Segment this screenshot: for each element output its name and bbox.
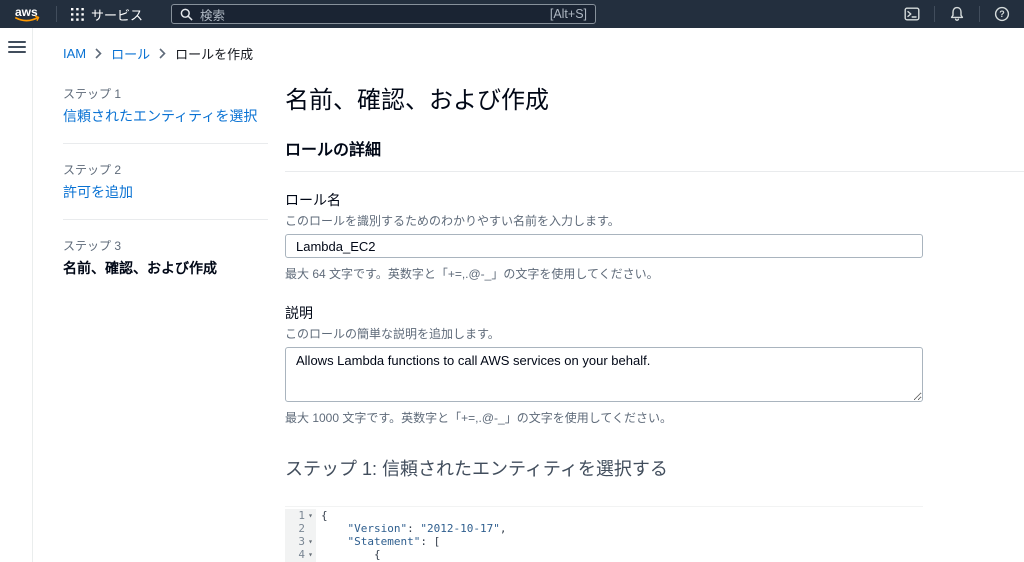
step-number-label: ステップ 3	[63, 237, 268, 254]
cloudshell-icon	[904, 6, 920, 22]
breadcrumb: IAM ロール ロールを作成	[63, 44, 1024, 63]
search-icon	[180, 8, 193, 21]
wizard-step-2: ステップ 2 許可を追加	[63, 161, 268, 202]
code-line: 1▾{	[285, 509, 923, 522]
hamburger-icon	[8, 41, 26, 43]
steps-divider	[63, 143, 268, 144]
role-name-label: ロール名	[285, 190, 1024, 210]
policy-editor[interactable]: 1▾{2 "Version": "2012-10-17",3▾ "Stateme…	[285, 506, 923, 562]
page-title: 名前、確認、および作成	[285, 85, 1024, 117]
chevron-right-icon	[95, 48, 102, 59]
notifications-button[interactable]	[935, 0, 979, 28]
role-details-section-title: ロールの詳細	[285, 136, 1024, 160]
fold-arrow-icon[interactable]: ▾	[305, 548, 316, 561]
steps-divider	[63, 219, 268, 220]
step-link-select-trusted-entity[interactable]: 信頼されたエンティティを選択	[63, 106, 268, 126]
step-current-name-review-create: 名前、確認、および作成	[63, 258, 268, 278]
search-input[interactable]: 検索 [Alt+S]	[171, 4, 596, 24]
aws-logo-icon: aws	[12, 4, 42, 24]
grid-icon	[71, 8, 84, 21]
step-number-label: ステップ 2	[63, 161, 268, 178]
code-line: 2 "Version": "2012-10-17",	[285, 522, 923, 535]
wizard-step-1: ステップ 1 信頼されたエンティティを選択	[63, 85, 268, 126]
step1-review-section-title: ステップ 1: 信頼されたエンティティを選択する	[285, 455, 1024, 481]
code-text: "Version": "2012-10-17",	[316, 522, 506, 535]
services-label: サービス	[91, 5, 143, 24]
description-constraint: 最大 1000 文字です。英数字と「+=,.@-_」の文字を使用してください。	[285, 409, 1024, 426]
role-name-field: ロール名 このロールを識別するためのわかりやすい名前を入力します。 最大 64 …	[285, 190, 1024, 282]
fold-arrow-icon[interactable]: ▾	[305, 535, 316, 548]
step-number-label: ステップ 1	[63, 85, 268, 102]
line-number-gutter: 1▾	[285, 509, 316, 522]
menu-toggle-button[interactable]	[8, 41, 26, 53]
code-text: {	[316, 548, 381, 561]
line-number-gutter: 3▾	[285, 535, 316, 548]
line-number-gutter: 4▾	[285, 548, 316, 561]
code-line: 4▾ {	[285, 548, 923, 561]
role-name-input[interactable]	[285, 234, 923, 258]
help-icon: ?	[994, 6, 1010, 22]
role-name-constraint: 最大 64 文字です。英数字と「+=,.@-_」の文字を使用してください。	[285, 265, 1024, 282]
code-line: 3▾ "Statement": [	[285, 535, 923, 548]
svg-text:?: ?	[999, 9, 1005, 19]
code-text: {	[316, 509, 328, 522]
wizard-steps-nav: ステップ 1 信頼されたエンティティを選択 ステップ 2 許可を追加 ステップ …	[63, 85, 268, 562]
page-content: IAM ロール ロールを作成 ステップ 1 信頼されたエンティティを選択 ステッ…	[34, 28, 1024, 562]
cloudshell-button[interactable]	[890, 0, 934, 28]
section-divider	[285, 171, 1024, 172]
code-text: "Statement": [	[316, 535, 440, 548]
description-label: 説明	[285, 303, 1024, 323]
side-navigation-rail	[0, 28, 33, 562]
wizard-main-panel: 名前、確認、および作成 ロールの詳細 ロール名 このロールを識別するためのわかり…	[285, 85, 1024, 562]
breadcrumb-current: ロールを作成	[175, 44, 253, 63]
search-shortcut-hint: [Alt+S]	[550, 7, 587, 21]
search-placeholder: 検索	[200, 5, 543, 24]
aws-logo[interactable]: aws	[0, 0, 56, 28]
breadcrumb-link-iam[interactable]: IAM	[63, 46, 86, 61]
fold-arrow-icon[interactable]: ▾	[305, 509, 316, 522]
breadcrumb-link-roles[interactable]: ロール	[111, 44, 150, 63]
svg-text:aws: aws	[15, 5, 38, 19]
description-textarea[interactable]: Allows Lambda functions to call AWS serv…	[285, 347, 923, 402]
top-navigation-bar: aws サービス 検索 [Alt+S]	[0, 0, 1024, 28]
line-number-gutter: 2	[285, 522, 316, 535]
wizard-step-3: ステップ 3 名前、確認、および作成	[63, 237, 268, 278]
bell-icon	[949, 6, 965, 22]
services-menu-button[interactable]: サービス	[57, 0, 157, 28]
topbar-right-controls: ?	[890, 0, 1024, 28]
description-description: このロールの簡単な説明を追加します。	[285, 325, 1024, 342]
help-button[interactable]: ?	[980, 0, 1024, 28]
step-link-add-permissions[interactable]: 許可を追加	[63, 182, 268, 202]
role-description-field: 説明 このロールの簡単な説明を追加します。 Allows Lambda func…	[285, 303, 1024, 426]
role-name-description: このロールを識別するためのわかりやすい名前を入力します。	[285, 212, 1024, 229]
chevron-right-icon	[159, 48, 166, 59]
